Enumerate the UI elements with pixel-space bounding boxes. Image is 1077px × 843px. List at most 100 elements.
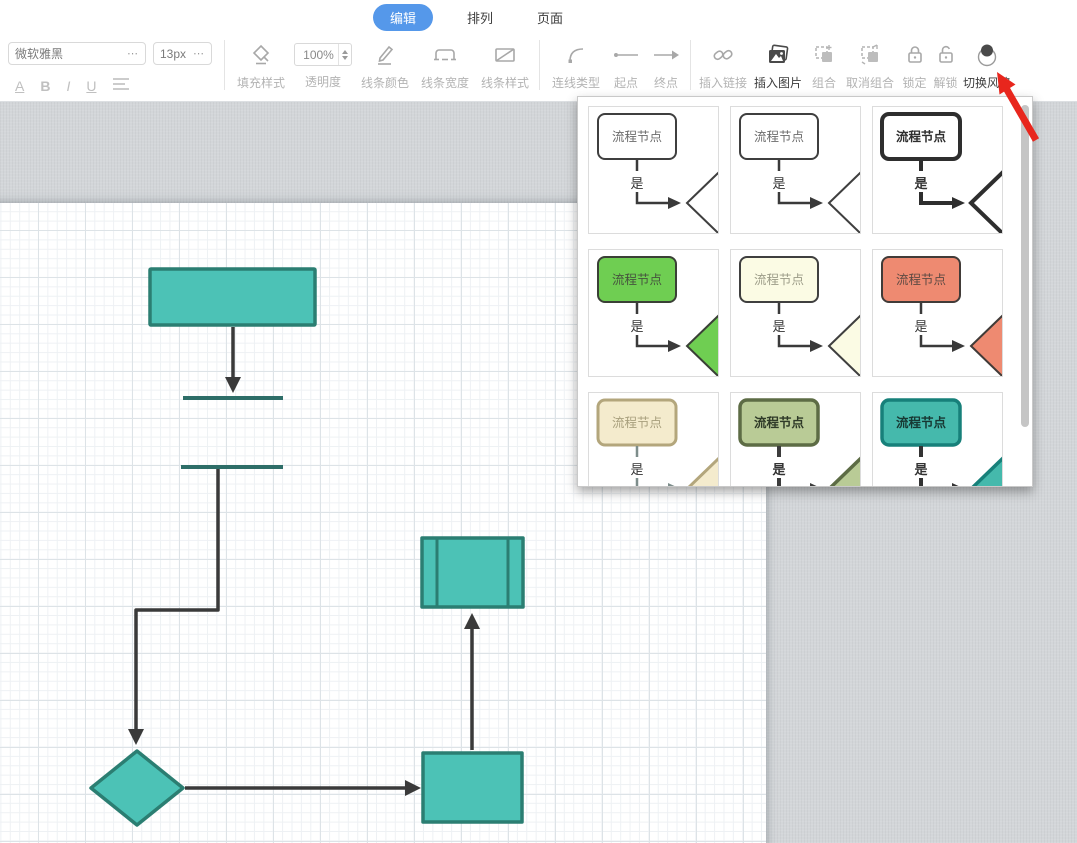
preview-branch-label: 是 xyxy=(913,462,928,477)
line-style-button[interactable]: 线条样式 xyxy=(475,43,535,91)
theme-option-tan[interactable]: 流程节点是 xyxy=(588,392,719,486)
theme-option-teal[interactable]: 流程节点是 xyxy=(872,392,1003,486)
unlock-button[interactable]: 解锁 xyxy=(930,43,961,91)
preview-connector-elbow xyxy=(777,192,810,205)
theme-option-salmon[interactable]: 流程节点是 xyxy=(872,249,1003,377)
preview-arrow-head xyxy=(668,483,675,486)
text-align-icon[interactable] xyxy=(112,77,130,94)
preview-decision-diamond xyxy=(969,314,1002,376)
panel-scrollbar-thumb[interactable] xyxy=(1021,105,1029,427)
bold-button[interactable]: B xyxy=(40,78,50,94)
theme-preview: 流程节点是 xyxy=(881,256,1002,376)
preview-arrow-head xyxy=(952,197,965,209)
tab-arrange[interactable]: 排列 xyxy=(457,4,503,31)
font-family-select[interactable]: 微软雅黑 ⋯ xyxy=(8,42,146,65)
theme-option-bold-black[interactable]: 流程节点是 xyxy=(872,106,1003,234)
group-label: 组合 xyxy=(811,76,836,90)
start-point-icon xyxy=(611,43,641,67)
preview-connector-elbow xyxy=(635,478,639,486)
preview-branch-label: 是 xyxy=(630,319,643,334)
connector-type-label: 连线类型 xyxy=(551,76,600,90)
italic-button[interactable]: I xyxy=(66,78,70,94)
end-point-button[interactable]: 终点 xyxy=(646,43,686,91)
theme-option-ivory[interactable]: 流程节点是 xyxy=(730,249,861,377)
unlock-label: 解锁 xyxy=(933,76,958,90)
font-family-value: 微软雅黑 xyxy=(15,47,64,61)
ribbon-tabs: 编辑 排列 页面 xyxy=(373,3,573,31)
end-point-label: 终点 xyxy=(653,76,678,90)
font-family-more-icon[interactable]: ⋯ xyxy=(127,47,139,60)
line-color-button[interactable]: 线条颜色 xyxy=(355,43,415,91)
preview-branch-label: 是 xyxy=(630,462,643,477)
theme-option-olive[interactable]: 流程节点是 xyxy=(730,392,861,486)
tab-edit[interactable]: 编辑 xyxy=(373,3,434,31)
preview-node-label: 流程节点 xyxy=(754,129,804,144)
preview-branch-label: 是 xyxy=(771,462,786,477)
preview-branch-label: 是 xyxy=(772,176,785,191)
fill-style-button[interactable]: 填充样式 xyxy=(231,43,291,91)
lock-label: 锁定 xyxy=(902,76,927,90)
connector-type-icon xyxy=(564,43,588,67)
line-width-icon xyxy=(432,43,458,67)
insert-image-button[interactable]: 插入图片 xyxy=(749,43,807,91)
theme-option-white-round[interactable]: 流程节点是 xyxy=(730,106,861,234)
opacity-value: 100% xyxy=(303,47,334,62)
line-width-label: 线条宽度 xyxy=(420,76,469,90)
start-point-label: 起点 xyxy=(613,76,638,90)
preview-node-label: 流程节点 xyxy=(612,272,662,287)
preview-decision-diamond xyxy=(971,456,1002,486)
switch-style-label: 切换风格 xyxy=(962,76,1011,90)
preview-connector-elbow xyxy=(777,335,810,348)
theme-preview: 流程节点是 xyxy=(597,256,718,376)
theme-option-green[interactable]: 流程节点是 xyxy=(588,249,719,377)
opacity-stepper-icon[interactable] xyxy=(337,44,351,65)
font-size-more-icon[interactable]: ⋯ xyxy=(193,47,205,60)
insert-link-button[interactable]: 插入链接 xyxy=(697,43,749,91)
font-size-value: 13px xyxy=(160,46,187,61)
opacity-spinner[interactable]: 100% xyxy=(294,43,352,66)
switch-style-button[interactable]: 切换风格 xyxy=(961,43,1013,91)
preview-arrow-head xyxy=(668,340,681,352)
preview-branch-label: 是 xyxy=(772,319,785,334)
preview-arrow-head xyxy=(668,197,681,209)
preview-arrow-head xyxy=(810,483,817,486)
preview-connector-elbow xyxy=(919,192,952,205)
connector-type-button[interactable]: 连线类型 xyxy=(546,43,606,91)
preview-connector-elbow xyxy=(919,478,923,486)
theme-preview: 流程节点是 xyxy=(738,398,860,486)
underline-button[interactable]: U xyxy=(86,78,96,94)
ungroup-button[interactable]: 取消组合 xyxy=(841,43,899,91)
line-color-icon xyxy=(373,43,397,67)
preview-decision-diamond xyxy=(685,171,718,233)
start-point-button[interactable]: 起点 xyxy=(606,43,646,91)
line-width-button[interactable]: 线条宽度 xyxy=(415,43,475,91)
lock-button[interactable]: 锁定 xyxy=(899,43,930,91)
font-color-button[interactable]: A xyxy=(15,78,24,94)
theme-preview: 流程节点是 xyxy=(597,113,718,233)
insert-image-label: 插入图片 xyxy=(753,76,802,90)
theme-preview: 流程节点是 xyxy=(739,113,860,233)
line-style-icon xyxy=(492,43,518,67)
ungroup-label: 取消组合 xyxy=(845,76,894,90)
toolbar-row: 微软雅黑 ⋯ 13px ⋯ A B I U 填充样式 100% 透明度 线条颜色… xyxy=(0,34,1077,100)
preview-decision-diamond xyxy=(685,314,718,376)
ungroup-icon xyxy=(858,43,882,67)
tab-page[interactable]: 页面 xyxy=(527,4,573,31)
preview-node-label: 流程节点 xyxy=(612,415,662,430)
insert-image-icon xyxy=(765,43,791,67)
preview-node-label: 流程节点 xyxy=(754,415,805,430)
preview-connector-elbow xyxy=(635,192,668,205)
preview-branch-label: 是 xyxy=(914,319,927,334)
preview-decision-diamond xyxy=(827,171,860,233)
opacity-control[interactable]: 100% 透明度 xyxy=(291,43,355,90)
preview-node-label: 流程节点 xyxy=(896,415,947,430)
preview-arrow-head xyxy=(952,483,959,486)
preview-connector-elbow xyxy=(777,478,781,486)
group-button[interactable]: 组合 xyxy=(807,43,841,91)
insert-link-icon xyxy=(711,43,735,67)
opacity-label: 透明度 xyxy=(304,75,341,89)
theme-option-white-default[interactable]: 流程节点是 xyxy=(588,106,719,234)
top-toolbar: 编辑 排列 页面 微软雅黑 ⋯ 13px ⋯ A B I U 填充样式 100%… xyxy=(0,0,1077,102)
font-size-select[interactable]: 13px ⋯ xyxy=(153,42,212,65)
preview-branch-label: 是 xyxy=(630,176,643,191)
